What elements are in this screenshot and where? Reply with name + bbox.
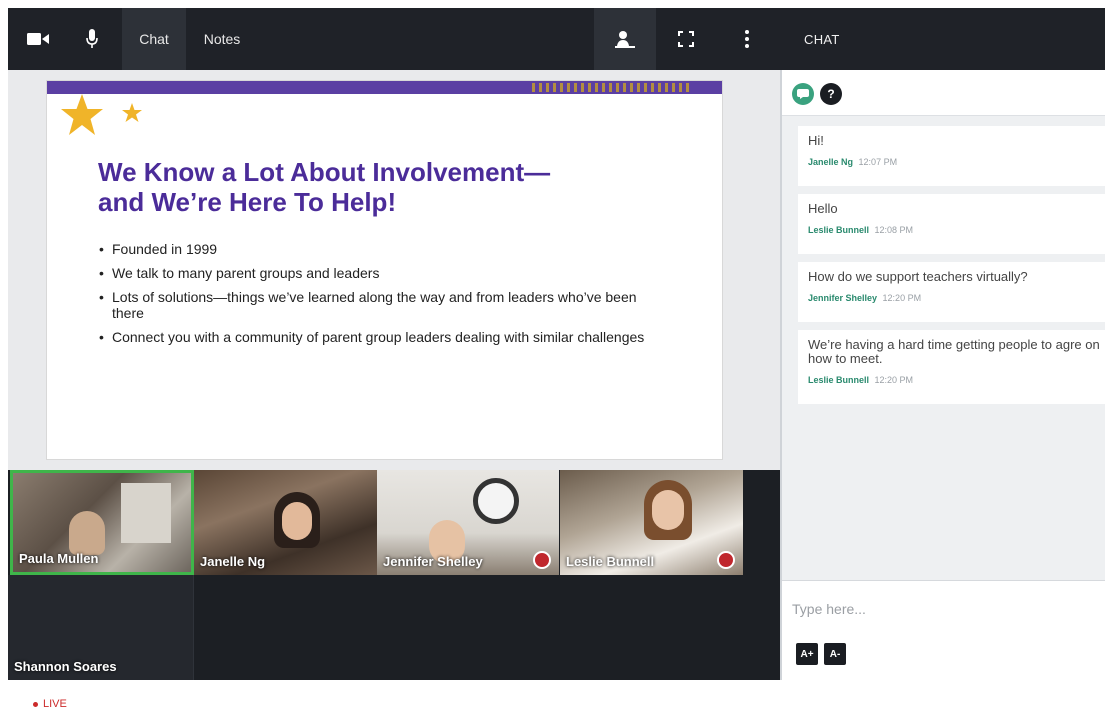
more-options-button[interactable] [732,8,762,70]
slide-band-pattern [532,83,692,92]
top-toolbar: Chat Notes CHAT [8,8,1105,70]
slide-title-line-2: and We’re Here To Help! [98,187,397,217]
chat-message-meta: Leslie Bunnell 12:20 PM [808,374,1097,386]
emoji-icon [797,89,809,99]
video-tile-paula-mullen[interactable]: Paula Mullen [10,470,194,575]
tab-chat-label: Chat [139,31,169,47]
chat-message-time: 12:20 PM [882,293,922,303]
chat-panel-title: CHAT [804,31,840,47]
slide-bullet: Founded in 1999 [99,241,659,257]
live-status: LIVE [33,698,67,710]
help-button[interactable]: ? [820,83,842,105]
fullscreen-button[interactable] [668,8,704,70]
tab-notes-label: Notes [203,31,241,47]
participant-video-row-2: Shannon Soares [8,575,780,680]
muted-indicator-icon [717,551,735,569]
chat-message: How do we support teachers virtually? Je… [798,262,1105,322]
tab-chat[interactable]: Chat [122,8,186,70]
emoji-button[interactable] [792,83,814,105]
participant-name: Paula Mullen [19,551,99,566]
chat-message: Hello Leslie Bunnell 12:08 PM [798,194,1105,254]
microphone-toggle-button[interactable] [74,8,110,70]
more-vertical-icon [745,30,749,48]
participant-name: Leslie Bunnell [566,554,655,569]
participant-name: Jennifer Shelley [383,554,483,569]
raise-hand-icon [615,31,635,48]
chat-compose-area: A+ A- [782,580,1105,680]
small-star-icon [122,103,142,122]
font-decrease-button[interactable]: A- [824,643,846,665]
participant-video-row: Paula Mullen Janelle Ng Jennifer Shelley… [8,470,780,575]
chat-message-time: 12:20 PM [874,375,914,385]
video-tile-jennifer-shelley[interactable]: Jennifer Shelley [377,470,559,575]
chat-panel: ? Hi! Janelle Ng 12:07 PM Hello Leslie B… [780,70,1105,680]
video-tile-leslie-bunnell[interactable]: Leslie Bunnell [560,470,743,575]
font-increase-button[interactable]: A+ [796,643,818,665]
chat-message-author: Leslie Bunnell [808,225,870,235]
microphone-icon [86,29,98,48]
participant-name: Janelle Ng [200,554,266,569]
live-label: LIVE [43,698,67,710]
chat-message: We’re having a hard time getting people … [798,330,1105,404]
chat-message-meta: Jennifer Shelley 12:20 PM [808,292,1097,304]
presentation-slide: We Know a Lot About Involvement— and We’… [46,80,723,460]
chat-message: Hi! Janelle Ng 12:07 PM [798,126,1105,186]
slide-title: We Know a Lot About Involvement— and We’… [98,157,658,217]
chat-message-text: How do we support teachers virtually? [808,269,1028,284]
slide-bullet: We talk to many parent groups and leader… [99,265,659,281]
wall-clock [473,478,519,524]
chat-message-input[interactable] [792,597,1092,621]
chat-message-meta: Janelle Ng 12:07 PM [808,156,1097,168]
chat-message-text: Hi! [808,133,824,148]
help-icon: ? [827,87,835,101]
video-background-window [121,483,171,543]
participant-avatar [652,490,684,530]
chat-message-time: 12:08 PM [874,225,914,235]
slide-title-line-1: We Know a Lot About Involvement— [98,157,551,187]
raise-hand-button[interactable] [594,8,656,70]
participant-name: Shannon Soares [14,659,117,674]
chat-message-author: Janelle Ng [808,157,854,167]
chat-toolbar: ? [782,70,1105,116]
slide-bullet: Connect you with a community of parent g… [99,329,659,345]
muted-indicator-icon [533,551,551,569]
video-tile-shannon-soares[interactable]: Shannon Soares [8,575,194,680]
chat-message-author: Jennifer Shelley [808,293,878,303]
chat-message-text: We’re having a hard time getting people … [808,337,1100,366]
video-tile-janelle-ng[interactable]: Janelle Ng [194,470,377,575]
chat-message-text: Hello [808,201,838,216]
tab-notes[interactable]: Notes [192,8,252,70]
fullscreen-icon [678,31,694,47]
chat-message-author: Leslie Bunnell [808,375,870,385]
presentation-stage: We Know a Lot About Involvement— and We’… [8,70,780,470]
camera-toggle-button[interactable] [18,8,58,70]
participant-avatar [69,511,105,555]
slide-bullet: Lots of solutions—things we’ve learned a… [99,289,659,321]
live-indicator-icon [33,701,38,707]
participant-avatar [282,502,312,540]
chat-message-time: 12:07 PM [858,157,898,167]
slide-bullet-list: Founded in 1999 We talk to many parent g… [99,241,659,353]
chat-message-meta: Leslie Bunnell 12:08 PM [808,224,1097,236]
meeting-window: Chat Notes CHAT We Know a Lot About Invo… [8,8,1105,680]
video-camera-icon [27,33,49,45]
large-star-icon [61,94,103,135]
